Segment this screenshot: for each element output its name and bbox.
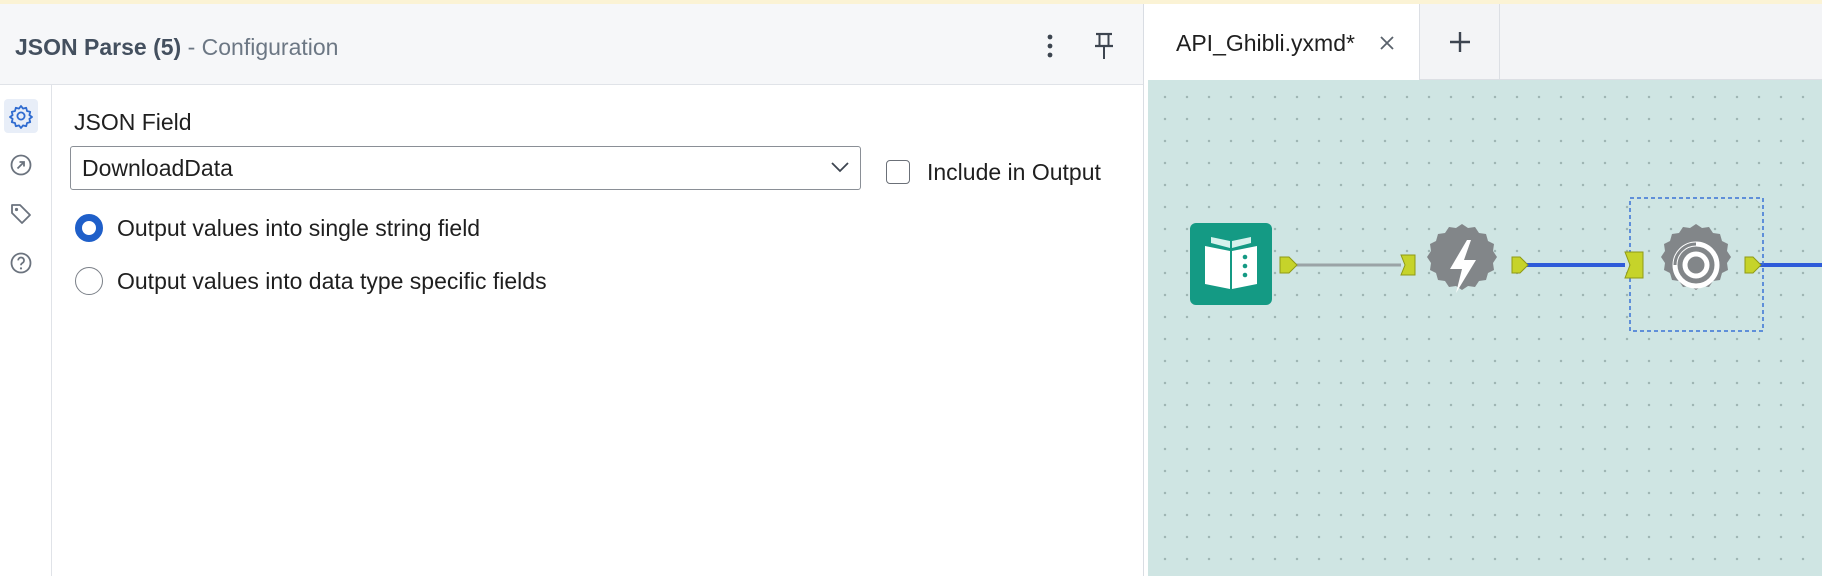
- workflow-canvas[interactable]: [1148, 80, 1822, 576]
- single-string-field-radio[interactable]: [75, 214, 103, 242]
- tag-icon: [11, 204, 31, 224]
- include-in-output-checkbox[interactable]: [886, 160, 910, 184]
- configuration-tab-button[interactable]: [4, 99, 38, 133]
- data-type-specific-fields-radio[interactable]: [75, 267, 103, 295]
- configuration-header: JSON Parse (5) - Configuration: [0, 4, 1143, 85]
- configuration-side-rail: [0, 85, 52, 576]
- tool-name: JSON Parse (5): [15, 34, 182, 60]
- input-data-output-anchor[interactable]: [1279, 256, 1298, 274]
- tag-tab-button[interactable]: [4, 197, 38, 231]
- new-tab-button[interactable]: [1420, 4, 1500, 80]
- download-tool[interactable]: [1427, 224, 1497, 293]
- workflow-tab-bar: API_Ghibli.yxmd*: [1148, 4, 1822, 80]
- json-field-dropdown[interactable]: DownloadData: [70, 146, 861, 190]
- json-parse-input-anchor[interactable]: [1624, 251, 1644, 279]
- plus-icon: [1449, 32, 1470, 52]
- download-output-anchor[interactable]: [1511, 256, 1529, 274]
- annotation-tab-button[interactable]: [4, 148, 38, 182]
- tab-close-button[interactable]: [1374, 28, 1400, 58]
- configuration-subtitle: - Configuration: [187, 34, 339, 60]
- pin-button[interactable]: [1086, 28, 1122, 64]
- json-parse-output-anchor[interactable]: [1744, 256, 1762, 274]
- help-icon: [10, 252, 32, 274]
- include-in-output-label: Include in Output: [927, 159, 1101, 185]
- json-parse-tool[interactable]: [1661, 224, 1731, 290]
- vertical-ellipsis-icon: [1047, 34, 1053, 58]
- input-data-tool[interactable]: [1190, 223, 1272, 305]
- tab-api-ghibli[interactable]: API_Ghibli.yxmd*: [1148, 4, 1420, 80]
- pin-icon: [1095, 32, 1113, 59]
- tab-label: API_Ghibli.yxmd*: [1176, 30, 1355, 56]
- chevron-down-icon: [831, 162, 849, 173]
- more-options-button[interactable]: [1032, 28, 1068, 64]
- include-in-output-option[interactable]: Include in Output: [886, 156, 1101, 188]
- help-tab-button[interactable]: [4, 246, 38, 280]
- configuration-panel: JSON Parse (5) - Configuration JSON Fiel…: [0, 4, 1144, 576]
- single-string-field-label: Output values into single string field: [117, 215, 481, 241]
- data-type-specific-fields-option[interactable]: Output values into data type specific fi…: [75, 266, 547, 296]
- close-icon: [1380, 36, 1394, 50]
- annotation-icon: [10, 154, 32, 176]
- configuration-title: JSON Parse (5) - Configuration: [15, 32, 338, 62]
- single-string-field-option[interactable]: Output values into single string field: [75, 213, 480, 243]
- download-input-anchor[interactable]: [1400, 254, 1416, 276]
- json-field-label: JSON Field: [74, 109, 192, 135]
- data-type-specific-fields-label: Output values into data type specific fi…: [117, 268, 547, 294]
- workflow-graph: [1190, 197, 1822, 332]
- json-field-value: DownloadData: [82, 155, 233, 181]
- gear-icon: [9, 105, 33, 129]
